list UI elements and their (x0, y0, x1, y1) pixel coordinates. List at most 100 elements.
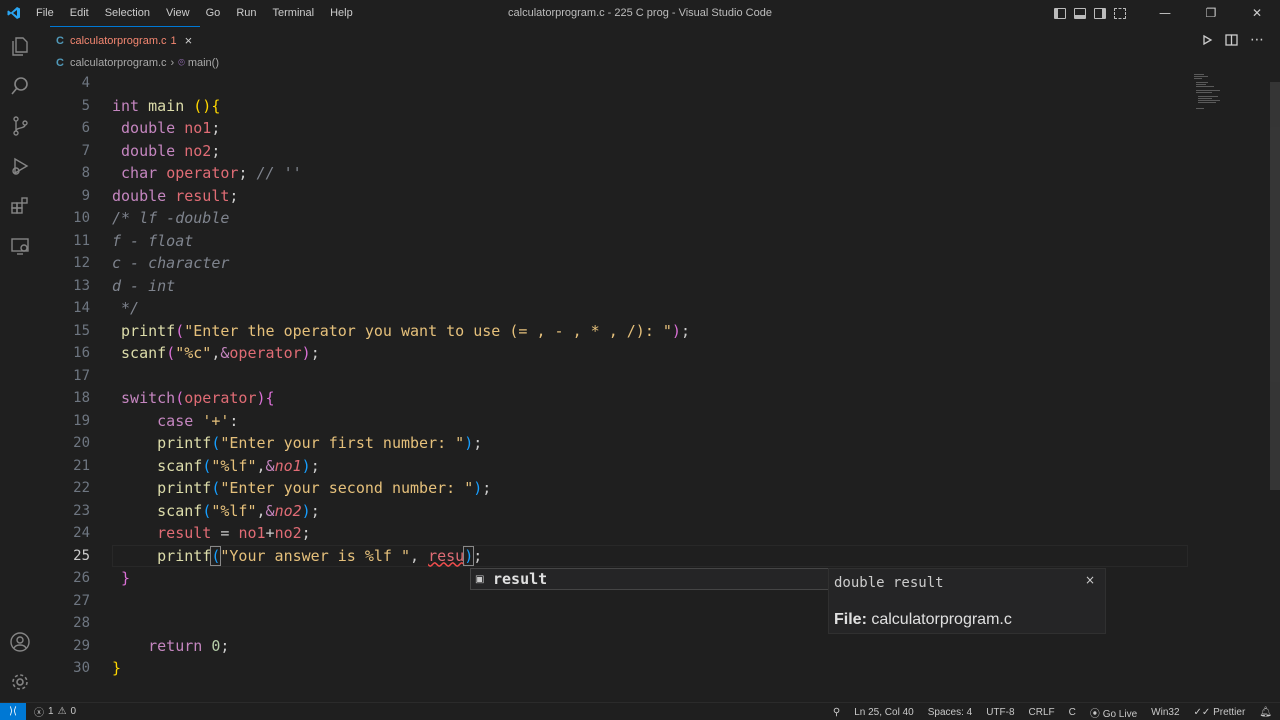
code-line: 23 scanf("%lf",&no2); (40, 500, 1190, 523)
platform[interactable]: Win32 (1151, 707, 1179, 718)
toggle-primary-sidebar-icon[interactable] (1054, 7, 1066, 19)
line-number: 16 (73, 345, 90, 361)
line-number: 8 (81, 165, 90, 181)
vertical-scrollbar[interactable] (1270, 72, 1280, 702)
tab-filename: calculatorprogram.c (69, 34, 167, 47)
code-text: scanf("%lf",&no1); (157, 456, 320, 475)
extensions-icon[interactable] (0, 186, 40, 226)
menu-file[interactable]: File (28, 7, 62, 19)
tab-calculatorprogram[interactable]: C calculatorprogram.c 1 × (50, 26, 201, 54)
line-number: 22 (73, 480, 90, 496)
line-number: 27 (73, 592, 90, 609)
settings-gear-icon[interactable] (0, 662, 40, 702)
menu-go[interactable]: Go (198, 7, 229, 19)
indentation[interactable]: Spaces: 4 (928, 707, 972, 718)
breadcrumb-symbol[interactable]: main() (188, 57, 219, 69)
suggestion-item[interactable]: result (493, 570, 547, 588)
line-number: 24 (73, 525, 90, 541)
search-icon[interactable] (0, 66, 40, 106)
toggle-secondary-sidebar-icon[interactable] (1094, 7, 1106, 19)
line-number: 9 (81, 187, 90, 204)
code-text: printf("Your answer is %lf ", resu); (157, 545, 483, 566)
detail-close-icon[interactable]: × (1085, 573, 1095, 587)
line-number: 11 (73, 232, 90, 249)
notifications-bell-icon[interactable]: 🔔︎ (1259, 707, 1272, 718)
code-line: 10 /* lf -double (40, 207, 1190, 230)
activity-bottom (0, 622, 40, 702)
run-debug-icon[interactable] (0, 146, 40, 186)
detail-file: File: calculatorprogram.c (834, 611, 1012, 629)
encoding[interactable]: UTF-8 (986, 707, 1014, 718)
menu-edit[interactable]: Edit (62, 7, 97, 19)
code-line: 18 switch(operator){ (40, 387, 1190, 410)
error-count: 1 (48, 706, 54, 717)
go-live-button[interactable]: ⦿ Go Live (1090, 705, 1137, 720)
code-text: printf("Enter your second number: "); (157, 479, 492, 497)
remote-explorer-icon[interactable] (0, 226, 40, 266)
end-of-line[interactable]: CRLF (1029, 707, 1055, 718)
title-bar: File Edit Selection View Go Run Terminal… (0, 0, 1280, 26)
detail-file-label: File: (834, 611, 867, 628)
error-icon: ⓧ (34, 708, 44, 719)
code-line: 25 printf("Your answer is %lf ", resu); (40, 545, 1190, 568)
code-text: scanf("%lf",&no2); (157, 501, 320, 520)
breadcrumb-file[interactable]: calculatorprogram.c (70, 57, 167, 69)
remote-indicator-icon[interactable]: ⟩⟨ (0, 702, 26, 720)
minimize-button[interactable]: — (1142, 0, 1188, 26)
tab-problem-count: 1 (170, 34, 177, 47)
menu-run[interactable]: Run (228, 7, 264, 19)
line-number: 17 (73, 367, 90, 384)
title-controls: — ❐ ✕ (1054, 0, 1280, 26)
code-line: 8 char operator; // '' (40, 162, 1190, 185)
warning-icon: ⚠ (57, 706, 67, 717)
sync-icon[interactable]: ⚲ (833, 707, 840, 718)
source-control-icon[interactable] (0, 106, 40, 146)
tab-bar: C calculatorprogram.c 1 × ⋯ (40, 26, 1280, 54)
close-window-button[interactable]: ✕ (1234, 0, 1280, 26)
menu-help[interactable]: Help (322, 7, 361, 19)
line-number: 28 (73, 615, 90, 631)
customize-layout-icon[interactable] (1114, 7, 1126, 19)
run-file-icon[interactable] (1201, 34, 1213, 46)
line-number: 20 (73, 435, 90, 451)
menu-view[interactable]: View (158, 7, 198, 19)
double-check-icon: ✓✓ (1193, 706, 1214, 718)
minimap[interactable] (1190, 72, 1250, 112)
code-text: f - float (112, 231, 194, 250)
explorer-icon[interactable] (0, 26, 40, 66)
suggest-widget[interactable]: ▣ result (470, 568, 830, 590)
line-number: 15 (73, 322, 90, 339)
code-line: 7 double no2; (40, 140, 1190, 163)
cursor-position[interactable]: Ln 25, Col 40 (854, 707, 914, 718)
warning-count: 0 (70, 706, 77, 717)
prettier-label: Prettier (1213, 706, 1246, 718)
menu-selection[interactable]: Selection (97, 7, 158, 19)
line-number: 14 (73, 300, 90, 316)
restore-button[interactable]: ❐ (1188, 0, 1234, 26)
code-line: 13 d - int (40, 275, 1190, 298)
detail-signature: double result (834, 575, 944, 591)
scrollbar-thumb[interactable] (1270, 82, 1280, 490)
layout-controls (1054, 7, 1126, 19)
detail-file-value: calculatorprogram.c (866, 611, 1012, 628)
code-line: 24 result = no1+no2; (40, 522, 1190, 545)
status-bar: ⟩⟨ ⓧ 1 ⚠ 0 ⚲ Ln 25, Col 40 Spaces: 4 UTF… (0, 702, 1280, 720)
code-text: scanf("%c",&operator); (121, 344, 320, 362)
split-editor-icon[interactable] (1225, 34, 1238, 46)
code-line: 17 (40, 365, 1190, 388)
tab-close-icon[interactable]: × (185, 33, 193, 48)
more-actions-icon[interactable]: ⋯ (1250, 32, 1264, 48)
toggle-panel-icon[interactable] (1074, 7, 1086, 19)
language-mode[interactable]: C (1069, 707, 1076, 718)
line-number: 29 (73, 637, 90, 654)
suggest-details: double result × File: calculatorprogram.… (828, 568, 1106, 634)
code-line: 6 double no1; (40, 117, 1190, 140)
code-line: 4 (40, 72, 1190, 95)
vscode-logo-icon (0, 0, 28, 26)
accounts-icon[interactable] (0, 622, 40, 662)
problems-indicator[interactable]: ⓧ 1 ⚠ 0 (34, 704, 76, 719)
prettier-button[interactable]: ✓✓ Prettier (1194, 707, 1246, 718)
status-right: ⚲ Ln 25, Col 40 Spaces: 4 UTF-8 CRLF C ⦿… (833, 703, 1272, 720)
line-number: 26 (73, 570, 90, 586)
menu-terminal[interactable]: Terminal (265, 7, 323, 19)
